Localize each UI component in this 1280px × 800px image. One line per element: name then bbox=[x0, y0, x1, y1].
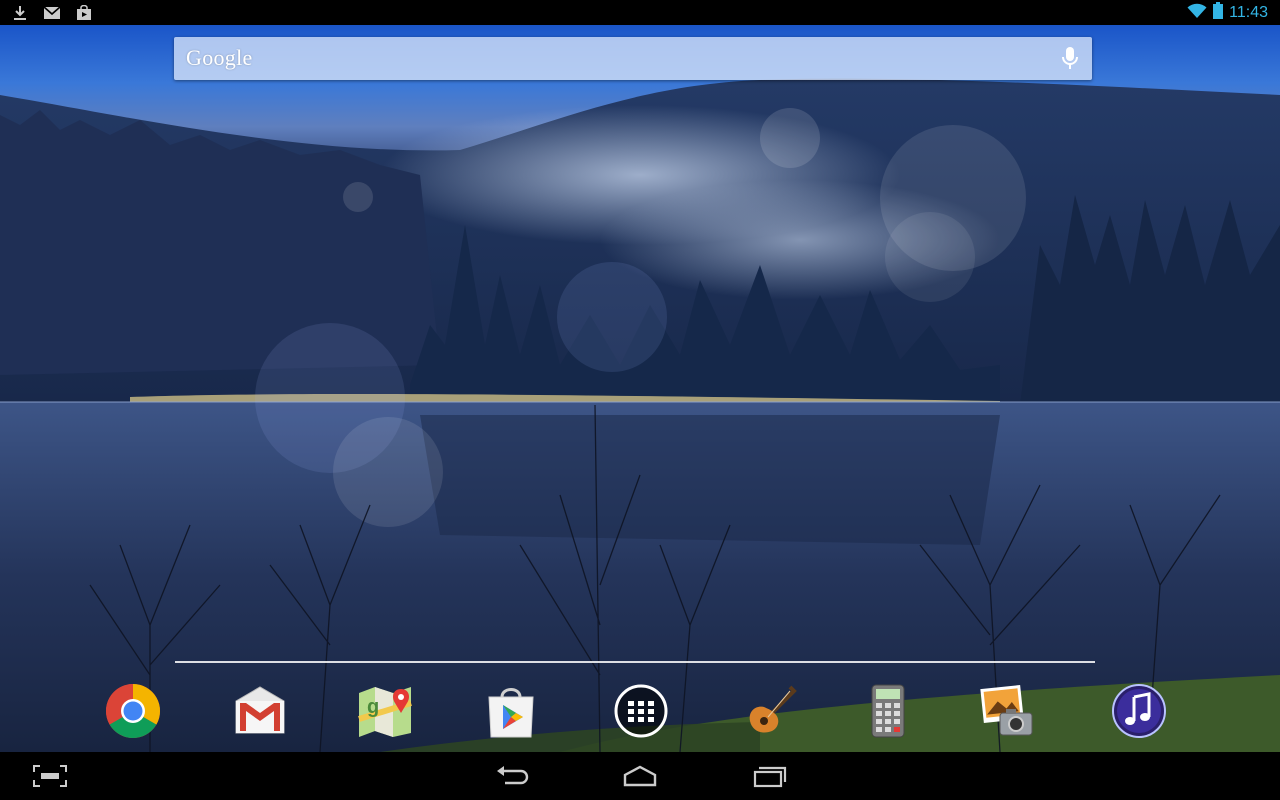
google-logo[interactable]: Google bbox=[186, 45, 253, 71]
svg-text:g: g bbox=[367, 696, 379, 718]
back-icon[interactable] bbox=[492, 762, 532, 790]
guitar-icon[interactable] bbox=[742, 683, 798, 739]
music-icon[interactable] bbox=[1111, 683, 1167, 739]
home-icon[interactable] bbox=[620, 762, 660, 790]
status-bar[interactable]: 11:43 bbox=[0, 0, 1280, 25]
calculator-icon[interactable] bbox=[860, 683, 916, 739]
recent-apps-icon[interactable] bbox=[749, 762, 789, 790]
navigation-bar[interactable] bbox=[0, 752, 1280, 800]
clock: 11:43 bbox=[1229, 4, 1268, 21]
maps-icon[interactable]: g bbox=[357, 683, 413, 739]
photo-gallery-icon[interactable] bbox=[980, 683, 1036, 739]
play-store-icon[interactable] bbox=[483, 683, 539, 739]
app-drawer-icon[interactable] bbox=[613, 683, 669, 739]
screenshot-icon[interactable] bbox=[30, 762, 70, 790]
battery-icon bbox=[1213, 2, 1224, 23]
dock-divider bbox=[175, 661, 1095, 663]
mic-icon[interactable] bbox=[1060, 46, 1080, 72]
wifi-icon bbox=[1187, 3, 1207, 23]
chrome-icon[interactable] bbox=[105, 683, 161, 739]
play-store-notification-icon bbox=[74, 3, 94, 22]
gmail-icon[interactable] bbox=[232, 683, 288, 739]
download-icon bbox=[10, 3, 30, 22]
wallpaper bbox=[0, 25, 1280, 752]
google-search-bar[interactable]: Google bbox=[174, 37, 1092, 80]
gmail-notification-icon bbox=[42, 3, 62, 22]
